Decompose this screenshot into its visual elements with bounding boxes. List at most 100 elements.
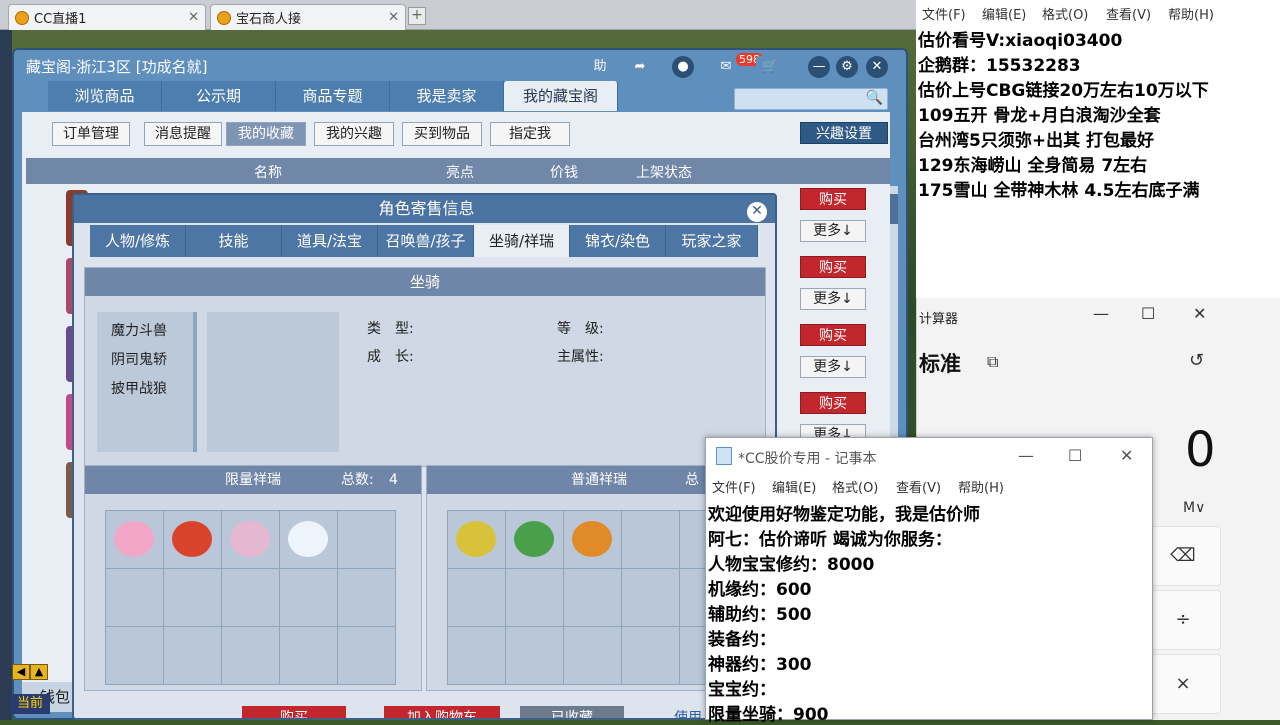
grid-slot[interactable] bbox=[280, 569, 337, 626]
minimize-icon[interactable]: — bbox=[1093, 304, 1109, 323]
grid-slot[interactable] bbox=[164, 627, 221, 684]
buy-button[interactable]: 购买 bbox=[800, 256, 866, 278]
tab-skills[interactable]: 技能 bbox=[186, 225, 282, 257]
grid-slot[interactable] bbox=[280, 627, 337, 684]
more-button[interactable]: 更多↓ bbox=[800, 356, 866, 378]
grid-slot[interactable] bbox=[106, 511, 163, 568]
tab-character[interactable]: 人物/修炼 bbox=[90, 225, 186, 257]
tab-outfits[interactable]: 锦衣/染色 bbox=[570, 225, 666, 257]
nav-seller[interactable]: 我是卖家 bbox=[390, 81, 504, 111]
turtle-icon[interactable] bbox=[172, 521, 212, 557]
share-icon[interactable]: ➦ bbox=[626, 56, 654, 78]
help-button[interactable]: 助 bbox=[586, 56, 614, 78]
buy-button[interactable]: 购买 bbox=[800, 188, 866, 210]
tab-mounts[interactable]: 坐骑/祥瑞 bbox=[474, 225, 570, 257]
settings-gear-icon[interactable]: ⚙ bbox=[836, 56, 858, 78]
pink-pig-icon[interactable] bbox=[114, 521, 154, 557]
close-tab-icon[interactable]: ✕ bbox=[188, 10, 199, 25]
scroll-thumb[interactable] bbox=[890, 194, 898, 224]
green-beast-icon[interactable] bbox=[514, 521, 554, 557]
tab-home[interactable]: 玩家之家 bbox=[666, 225, 758, 257]
grid-slot[interactable] bbox=[164, 569, 221, 626]
buy-button[interactable]: 购买 bbox=[800, 324, 866, 346]
browser-tab-gem-merchant[interactable]: 宝石商人接 ✕ bbox=[210, 4, 406, 30]
mount-item[interactable]: 披甲战狼 bbox=[111, 378, 167, 398]
subtab-orders[interactable]: 订单管理 bbox=[52, 122, 130, 146]
fox-icon[interactable] bbox=[572, 521, 612, 557]
grid-slot[interactable] bbox=[222, 627, 279, 684]
dialog-close-icon[interactable]: ✕ bbox=[747, 202, 767, 222]
record-icon[interactable]: ● bbox=[672, 56, 694, 78]
calculator-mode[interactable]: 标准 bbox=[919, 348, 961, 378]
grid-slot[interactable] bbox=[106, 627, 163, 684]
grid-slot[interactable] bbox=[564, 627, 621, 684]
subtab-purchased[interactable]: 买到物品 bbox=[402, 122, 482, 146]
grid-slot[interactable] bbox=[338, 511, 395, 568]
grid-slot[interactable] bbox=[506, 627, 563, 684]
subtab-assigned[interactable]: 指定我 bbox=[490, 122, 570, 146]
menu-format[interactable]: 格式(O) bbox=[832, 477, 878, 496]
grid-slot[interactable] bbox=[338, 569, 395, 626]
arrow-left-icon[interactable]: ◀ bbox=[12, 664, 30, 680]
grid-slot[interactable] bbox=[222, 511, 279, 568]
menu-view[interactable]: 查看(V) bbox=[1106, 4, 1151, 23]
nav-topics[interactable]: 商品专题 bbox=[276, 81, 390, 111]
history-icon[interactable]: ↺ bbox=[1189, 350, 1204, 371]
menu-edit[interactable]: 编辑(E) bbox=[982, 4, 1026, 23]
menu-help[interactable]: 帮助(H) bbox=[1168, 4, 1214, 23]
mount-item[interactable]: 阴司鬼轿 bbox=[111, 349, 167, 369]
grid-slot[interactable] bbox=[164, 511, 221, 568]
minimize-icon[interactable]: — bbox=[1018, 446, 1034, 465]
grid-slot[interactable] bbox=[280, 511, 337, 568]
more-button[interactable]: 更多↓ bbox=[800, 220, 866, 242]
grid-slot[interactable] bbox=[506, 569, 563, 626]
tab-items[interactable]: 道具/法宝 bbox=[282, 225, 378, 257]
grid-slot[interactable] bbox=[106, 569, 163, 626]
grid-slot[interactable] bbox=[506, 511, 563, 568]
buy-button[interactable]: 购买 bbox=[800, 392, 866, 414]
subtab-interests[interactable]: 我的兴趣 bbox=[314, 122, 394, 146]
grid-slot[interactable] bbox=[222, 569, 279, 626]
white-lion-icon[interactable] bbox=[288, 521, 328, 557]
grid-slot[interactable] bbox=[448, 569, 505, 626]
maximize-icon[interactable]: ☐ bbox=[1141, 304, 1155, 323]
grid-slot[interactable] bbox=[622, 511, 679, 568]
grid-slot[interactable] bbox=[564, 569, 621, 626]
divide-key[interactable]: ÷ bbox=[1145, 590, 1221, 650]
maximize-icon[interactable]: ☐ bbox=[1068, 446, 1082, 465]
nav-publicity[interactable]: 公示期 bbox=[162, 81, 276, 111]
multiply-key[interactable]: × bbox=[1145, 654, 1221, 714]
interest-settings-button[interactable]: 兴趣设置 bbox=[800, 122, 888, 144]
dialog-buy-button[interactable]: 购买 bbox=[242, 706, 346, 718]
close-tab-icon[interactable]: ✕ bbox=[388, 10, 399, 25]
grid-slot[interactable] bbox=[448, 627, 505, 684]
close-icon[interactable]: ✕ bbox=[866, 56, 888, 78]
close-icon[interactable]: ✕ bbox=[1120, 446, 1133, 465]
nav-my-cbg[interactable]: 我的藏宝阁 bbox=[504, 81, 618, 111]
search-input[interactable]: 🔍 bbox=[734, 88, 888, 110]
menu-file[interactable]: 文件(F) bbox=[922, 4, 966, 23]
more-button[interactable]: 更多↓ bbox=[800, 288, 866, 310]
grid-slot[interactable] bbox=[564, 511, 621, 568]
use-link[interactable]: 使用 bbox=[668, 706, 708, 718]
grid-slot[interactable] bbox=[338, 627, 395, 684]
menu-edit[interactable]: 编辑(E) bbox=[772, 477, 816, 496]
grid-slot[interactable] bbox=[622, 569, 679, 626]
favorited-button[interactable]: 已收藏 bbox=[520, 706, 624, 718]
menu-format[interactable]: 格式(O) bbox=[1042, 4, 1088, 23]
memory-button[interactable]: M∨ bbox=[1183, 500, 1205, 516]
subtab-favorites[interactable]: 我的收藏 bbox=[226, 122, 306, 146]
mount-item[interactable]: 魔力斗兽 bbox=[111, 320, 167, 340]
minimize-icon[interactable]: — bbox=[808, 56, 830, 78]
menu-view[interactable]: 查看(V) bbox=[896, 477, 941, 496]
backspace-key[interactable]: ⌫ bbox=[1145, 526, 1221, 586]
nav-browse[interactable]: 浏览商品 bbox=[48, 81, 162, 111]
grid-slot[interactable] bbox=[448, 511, 505, 568]
menu-file[interactable]: 文件(F) bbox=[712, 477, 756, 496]
new-tab-button[interactable]: + bbox=[408, 7, 426, 25]
grid-slot[interactable] bbox=[622, 627, 679, 684]
browser-tab-cc-live[interactable]: CC直播1 ✕ bbox=[8, 4, 206, 30]
search-icon[interactable]: 🔍 bbox=[866, 90, 883, 106]
bee-icon[interactable] bbox=[456, 521, 496, 557]
rabbit-icon[interactable] bbox=[230, 521, 270, 557]
